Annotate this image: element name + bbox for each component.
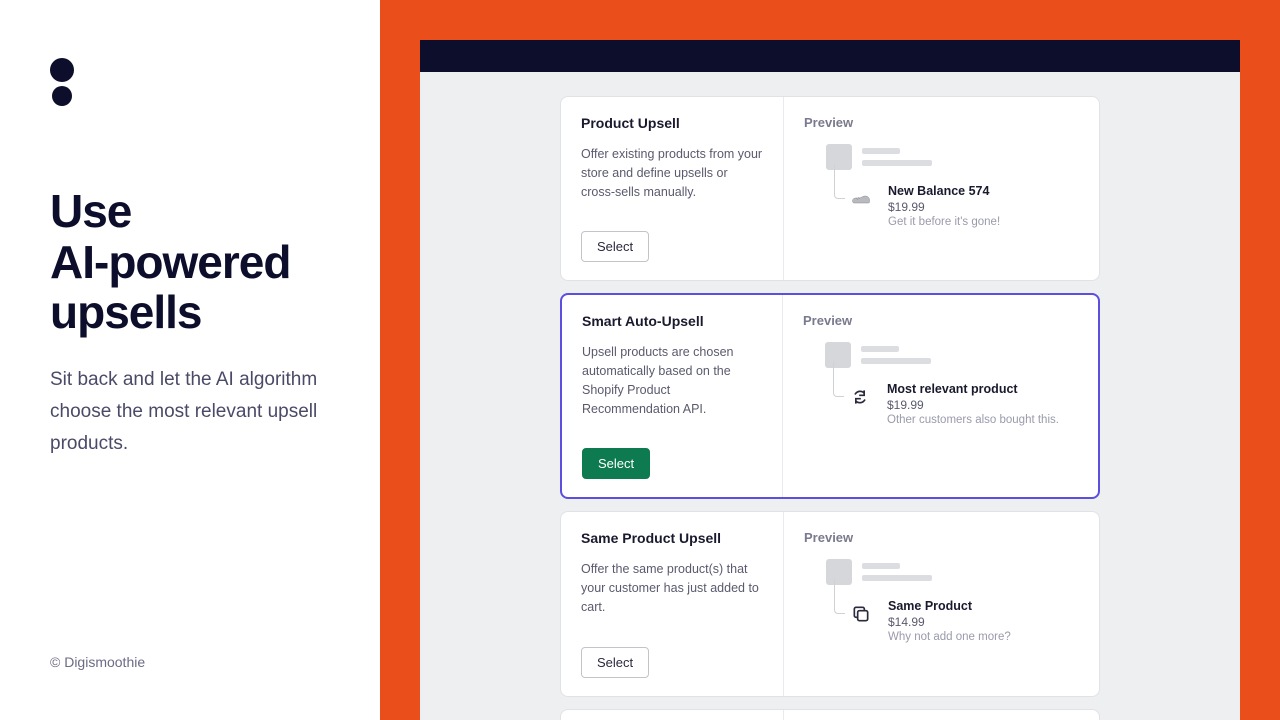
upsell-card-product[interactable]: Product Upsell Offer existing products f… xyxy=(560,96,1100,281)
card-description: Offer the same product(s) that your cust… xyxy=(581,560,763,616)
card-title: Product Upsell xyxy=(581,115,763,131)
card-info: Product Upsell Offer existing products f… xyxy=(561,97,783,280)
placeholder-text-icon xyxy=(862,148,932,166)
preview-parent-item xyxy=(825,342,1078,368)
card-description: Upsell products are chosen automatically… xyxy=(582,343,762,418)
card-info: Gift Packaging xyxy=(561,710,783,720)
preview-product-name: Most relevant product xyxy=(887,382,1059,396)
logo-dot-small xyxy=(52,86,72,106)
card-preview: Preview Ne xyxy=(783,97,1099,280)
placeholder-text-icon xyxy=(861,346,931,364)
subheading: Sit back and let the AI algorithm choose… xyxy=(50,364,330,461)
preview-label: Preview xyxy=(804,115,1079,130)
marketing-sidebar: Use AI-powered upsells Sit back and let … xyxy=(0,0,380,720)
card-info: Smart Auto-Upsell Upsell products are ch… xyxy=(562,295,782,497)
upsell-card-same-product[interactable]: Same Product Upsell Offer the same produ… xyxy=(560,511,1100,696)
preview-product-text: Same Product $14.99 Why not add one more… xyxy=(888,599,1011,643)
refresh-icon xyxy=(845,382,875,412)
preview-label: Preview xyxy=(803,313,1078,328)
upsell-card-smart-auto[interactable]: Smart Auto-Upsell Upsell products are ch… xyxy=(560,293,1100,499)
preview-tree: New Balance 574 $19.99 Get it before it'… xyxy=(804,144,1079,228)
preview-product-name: Same Product xyxy=(888,599,1011,613)
main-panel: Product Upsell Offer existing products f… xyxy=(380,0,1280,720)
card-preview: Preview xyxy=(783,710,1099,720)
preview-product-text: Most relevant product $19.99 Other custo… xyxy=(887,382,1059,426)
preview-child-item: Most relevant product $19.99 Other custo… xyxy=(845,382,1078,426)
preview-parent-item xyxy=(826,144,1079,170)
preview-product-price: $14.99 xyxy=(888,615,1011,629)
preview-product-note: Get it before it's gone! xyxy=(888,216,1000,228)
main-heading: Use AI-powered upsells xyxy=(50,186,330,338)
preview-product-text: New Balance 574 $19.99 Get it before it'… xyxy=(888,184,1000,228)
preview-product-name: New Balance 574 xyxy=(888,184,1000,198)
preview-child-item: Same Product $14.99 Why not add one more… xyxy=(846,599,1079,643)
card-preview: Preview Mo xyxy=(782,295,1098,497)
select-button[interactable]: Select xyxy=(581,231,649,262)
sneaker-icon xyxy=(846,184,876,214)
card-title: Smart Auto-Upsell xyxy=(582,313,762,329)
preview-tree: Most relevant product $19.99 Other custo… xyxy=(803,342,1078,426)
app-frame: Product Upsell Offer existing products f… xyxy=(420,40,1240,720)
copyright: © Digismoothie xyxy=(50,654,330,670)
preview-child-item: New Balance 574 $19.99 Get it before it'… xyxy=(846,184,1079,228)
app-topbar xyxy=(420,40,1240,72)
logo xyxy=(50,58,330,106)
card-info: Same Product Upsell Offer the same produ… xyxy=(561,512,783,695)
preview-tree: Same Product $14.99 Why not add one more… xyxy=(804,559,1079,643)
preview-product-price: $19.99 xyxy=(887,398,1059,412)
card-title: Same Product Upsell xyxy=(581,530,763,546)
upsell-cards-list: Product Upsell Offer existing products f… xyxy=(420,72,1240,720)
logo-dot-large xyxy=(50,58,74,82)
placeholder-text-icon xyxy=(862,563,932,581)
preview-product-price: $19.99 xyxy=(888,200,1000,214)
preview-label: Preview xyxy=(804,530,1079,545)
preview-product-note: Other customers also bought this. xyxy=(887,414,1059,426)
preview-product-note: Why not add one more? xyxy=(888,631,1011,643)
upsell-card-gift-packaging[interactable]: Gift Packaging Preview xyxy=(560,709,1100,720)
card-description: Offer existing products from your store … xyxy=(581,145,763,201)
copy-icon xyxy=(846,599,876,629)
card-preview: Preview Sa xyxy=(783,512,1099,695)
preview-parent-item xyxy=(826,559,1079,585)
select-button[interactable]: Select xyxy=(582,448,650,479)
select-button[interactable]: Select xyxy=(581,647,649,678)
